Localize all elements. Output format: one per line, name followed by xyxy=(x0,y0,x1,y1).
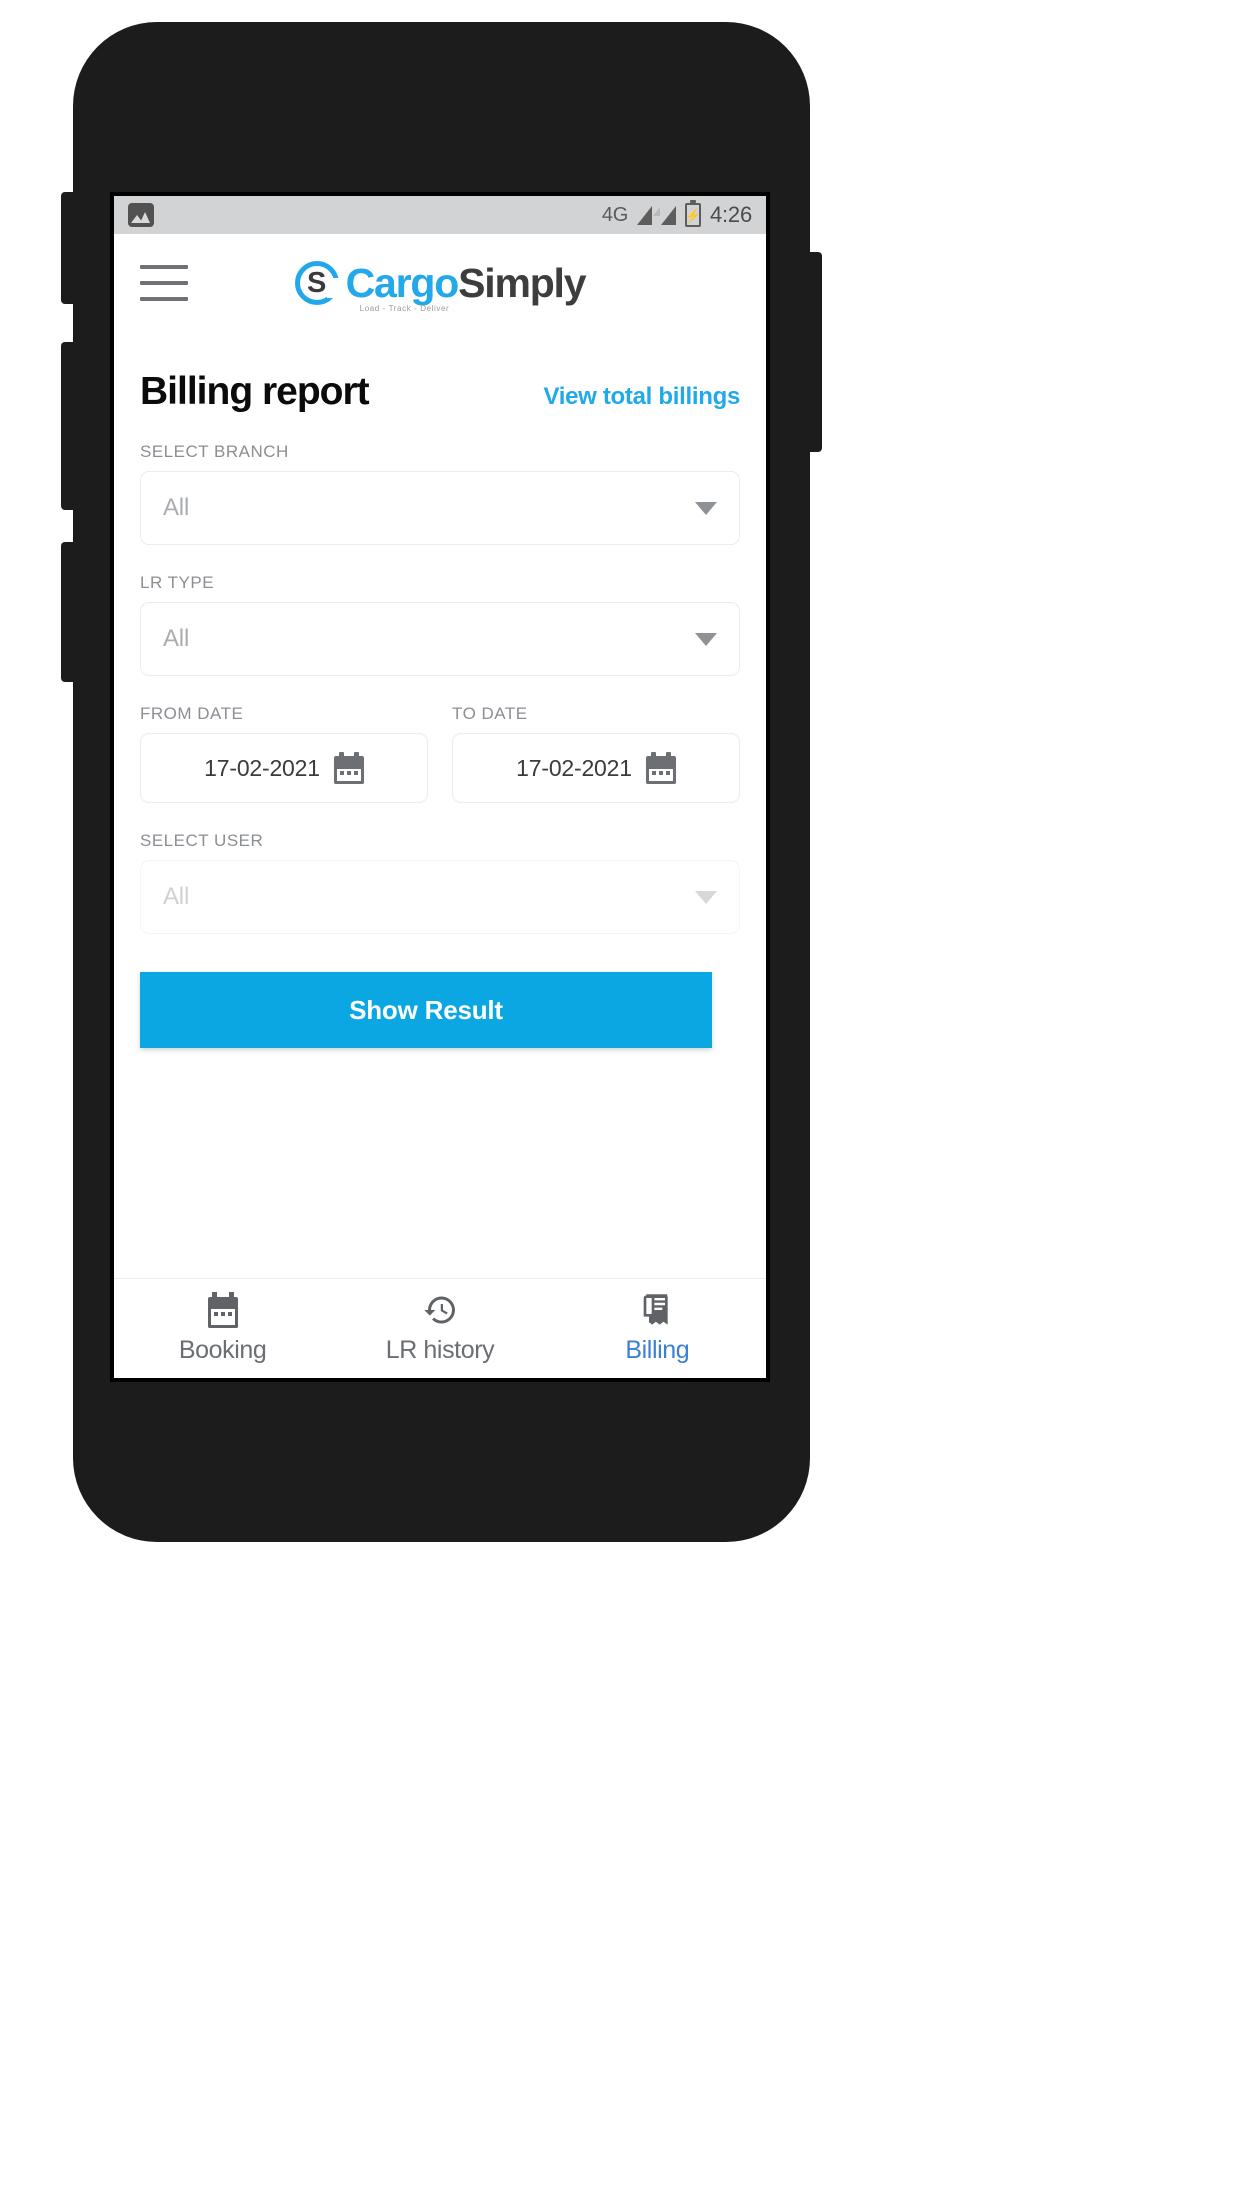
calendar-icon xyxy=(645,752,676,784)
branch-select-value: All xyxy=(163,494,190,521)
app-logo: S CargoSimply Load - Track - Deliver xyxy=(114,259,766,313)
user-field-label: SELECT USER xyxy=(140,831,264,850)
history-icon xyxy=(422,1292,458,1328)
status-bar: 4G ⚡ 4:26 xyxy=(114,196,766,234)
battery-charging-icon: ⚡ xyxy=(685,200,701,227)
mute-switch-button[interactable] xyxy=(61,542,75,682)
app-header: S CargoSimply Load - Track - Deliver xyxy=(114,234,766,332)
from-date-group: FROM DATE 17-02-2021 xyxy=(140,676,428,803)
nav-item-billing[interactable]: Billing xyxy=(549,1279,766,1378)
page-title: Billing report xyxy=(140,370,370,413)
logo-circle-s-icon: S xyxy=(294,261,339,305)
phone-screen: 4G ⚡ 4:26 S CargoSimply Load - Track - D… xyxy=(110,192,770,1382)
user-select-value: All xyxy=(163,883,190,910)
nav-item-lr-history[interactable]: LR history xyxy=(331,1279,548,1378)
show-result-button[interactable]: Show Result xyxy=(140,972,712,1048)
to-date-field-label: TO DATE xyxy=(452,704,528,723)
nav-label-billing: Billing xyxy=(625,1336,690,1364)
image-icon xyxy=(128,203,154,227)
lr-type-field-label: LR TYPE xyxy=(140,573,215,592)
lr-type-select[interactable]: All xyxy=(140,602,740,676)
nav-label-booking: Booking xyxy=(178,1336,267,1364)
nav-item-booking[interactable]: Booking xyxy=(114,1279,331,1378)
logo-word-cargo: Cargo xyxy=(345,259,460,306)
title-row: Billing report View total billings xyxy=(140,370,740,414)
nav-label-lr-history: LR history xyxy=(385,1336,495,1364)
bottom-navigation: Booking LR history Billing xyxy=(114,1278,766,1378)
user-select[interactable]: All xyxy=(140,860,740,934)
view-total-billings-link[interactable]: View total billings xyxy=(543,383,740,411)
to-date-group: TO DATE 17-02-2021 xyxy=(452,676,740,803)
network-type-label: 4G xyxy=(601,203,628,226)
calendar-icon xyxy=(333,752,364,784)
volume-up-button[interactable] xyxy=(61,192,75,304)
logo-tagline: Load - Track - Deliver xyxy=(359,303,450,313)
calendar-icon xyxy=(207,1292,238,1328)
phone-frame: 4G ⚡ 4:26 S CargoSimply Load - Track - D… xyxy=(61,22,822,1542)
branch-select[interactable]: All xyxy=(140,471,740,545)
signal-bars-full-icon xyxy=(660,205,676,225)
branch-field-label: SELECT BRANCH xyxy=(140,442,289,461)
lr-type-select-value: All xyxy=(163,625,190,652)
chevron-down-icon xyxy=(695,632,717,646)
volume-down-button[interactable] xyxy=(61,342,75,510)
main-content: Billing report View total billings SELEC… xyxy=(114,332,766,1278)
to-date-value: 17-02-2021 xyxy=(516,754,632,781)
date-range-row: FROM DATE 17-02-2021 TO DATE 17-02-2021 xyxy=(140,676,740,803)
to-date-input[interactable]: 17-02-2021 xyxy=(452,733,740,803)
signal-bars-partial-icon xyxy=(636,205,660,225)
from-date-value: 17-02-2021 xyxy=(204,754,320,781)
chevron-down-icon xyxy=(695,501,717,515)
power-button[interactable] xyxy=(808,252,822,452)
receipt-icon xyxy=(641,1292,673,1328)
chevron-down-icon xyxy=(695,890,717,904)
status-clock: 4:26 xyxy=(709,202,752,227)
from-date-field-label: FROM DATE xyxy=(140,704,244,723)
hamburger-menu-icon[interactable] xyxy=(140,265,188,301)
from-date-input[interactable]: 17-02-2021 xyxy=(140,733,428,803)
logo-word-simply: Simply xyxy=(458,259,586,306)
